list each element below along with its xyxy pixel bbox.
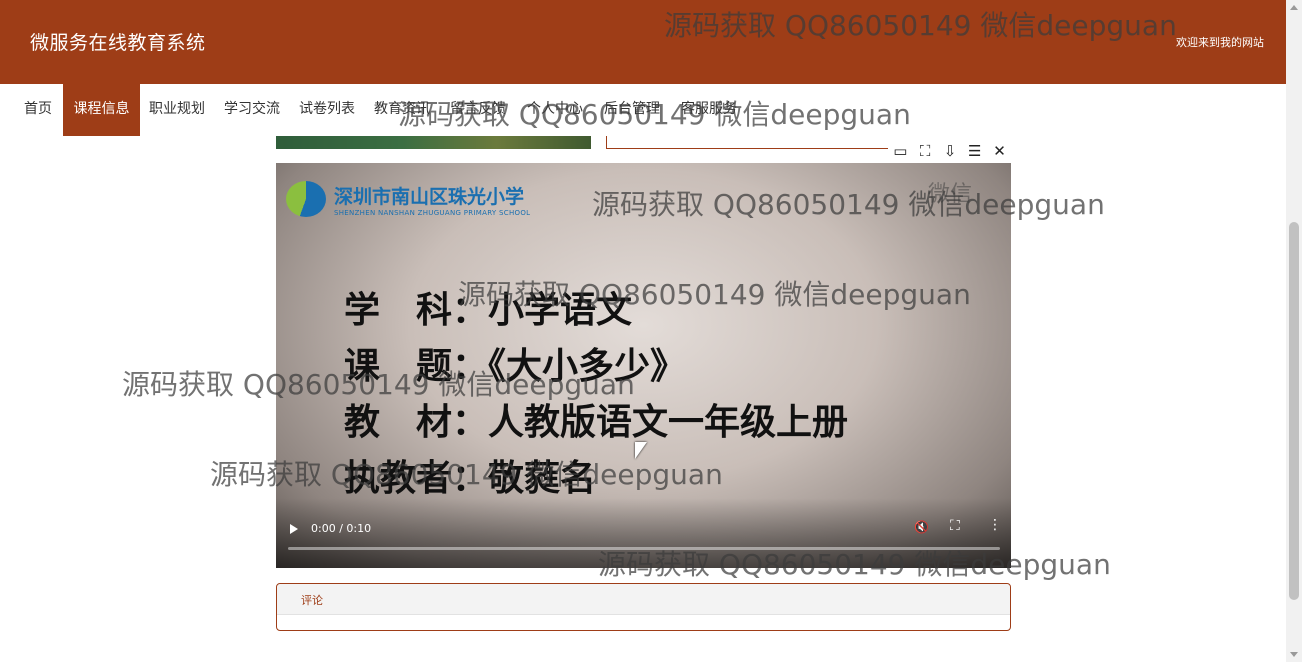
scrollbar-thumb[interactable] xyxy=(1289,222,1299,600)
video-camera-icon[interactable]: ▭ xyxy=(890,142,910,160)
scroll-down-icon[interactable] xyxy=(1290,652,1298,657)
mouse-cursor xyxy=(635,442,647,459)
nav-item-edu-news[interactable]: 教育资讯 xyxy=(364,84,440,136)
welcome-text: 欢迎来到我的网站 xyxy=(1176,36,1264,49)
nav-item-exam-list[interactable]: 试卷列表 xyxy=(290,84,364,136)
watermark-fragment: 微信 xyxy=(928,182,973,207)
video-float-toolbar: ▭ ⛶ ⇩ ☰ ✕ xyxy=(888,138,1012,163)
video-controls: 0:00 / 0:10 🔇 ⛶ ⋮ xyxy=(276,498,1011,568)
page-scrollbar[interactable] xyxy=(1286,0,1302,662)
nav-item-admin[interactable]: 后台管理 xyxy=(594,84,670,136)
download-icon[interactable]: ⇩ xyxy=(940,142,960,160)
menu-icon[interactable]: ☰ xyxy=(965,142,985,160)
nav-item-personal-center[interactable]: 个人中心 xyxy=(516,84,594,136)
course-cover-image xyxy=(276,136,591,149)
video-line-subject: 学 科：小学语文 xyxy=(344,290,633,331)
nav-item-customer-service[interactable]: 客服服务 xyxy=(670,84,748,136)
school-name-cn: 深圳市南山区珠光小学 xyxy=(334,185,525,208)
comment-header: 评论 xyxy=(277,584,1010,615)
fit-screen-icon[interactable]: ⛶ xyxy=(915,142,935,160)
comment-label[interactable]: 评论 xyxy=(301,592,323,608)
close-icon[interactable]: ✕ xyxy=(990,142,1010,160)
school-name-en: SHENZHEN NANSHAN ZHUGUANG PRIMARY SCHOOL xyxy=(334,208,531,217)
nav-item-feedback[interactable]: 留言反馈 xyxy=(440,84,516,136)
video-line-textbook: 教 材：人教版语文一年级上册 xyxy=(344,402,849,443)
fullscreen-icon[interactable]: ⛶ xyxy=(950,518,960,534)
school-emblem-icon xyxy=(286,181,326,217)
nav-item-course-info[interactable]: 课程信息 xyxy=(63,84,140,136)
volume-icon[interactable]: 🔇 xyxy=(914,520,929,534)
nav-item-home[interactable]: 首页 xyxy=(14,84,62,136)
school-logo: 深圳市南山区珠光小学 SHENZHEN NANSHAN ZHUGUANG PRI… xyxy=(286,181,530,217)
more-options-icon[interactable]: ⋮ xyxy=(988,517,1002,533)
video-time: 0:00 / 0:10 xyxy=(311,522,372,535)
course-video-player[interactable]: 深圳市南山区珠光小学 SHENZHEN NANSHAN ZHUGUANG PRI… xyxy=(276,163,1011,568)
comment-panel: 评论 xyxy=(276,583,1011,631)
video-line-teacher: 执教者：敬蕤名 xyxy=(344,458,597,499)
nav-item-career-planning[interactable]: 职业规划 xyxy=(140,84,214,136)
site-header: 微服务在线教育系统 欢迎来到我的网站 xyxy=(0,0,1286,84)
play-icon[interactable] xyxy=(290,524,298,534)
scroll-up-icon[interactable] xyxy=(1290,5,1298,10)
video-progress-bar[interactable] xyxy=(288,547,1000,550)
site-title[interactable]: 微服务在线教育系统 xyxy=(30,28,206,55)
nav-item-study-exchange[interactable]: 学习交流 xyxy=(214,84,290,136)
main-nav: 首页 课程信息 职业规划 学习交流 试卷列表 教育资讯 留言反馈 个人中心 后台… xyxy=(0,84,1286,136)
video-line-topic: 课 题：《大小多少》 xyxy=(344,346,687,387)
